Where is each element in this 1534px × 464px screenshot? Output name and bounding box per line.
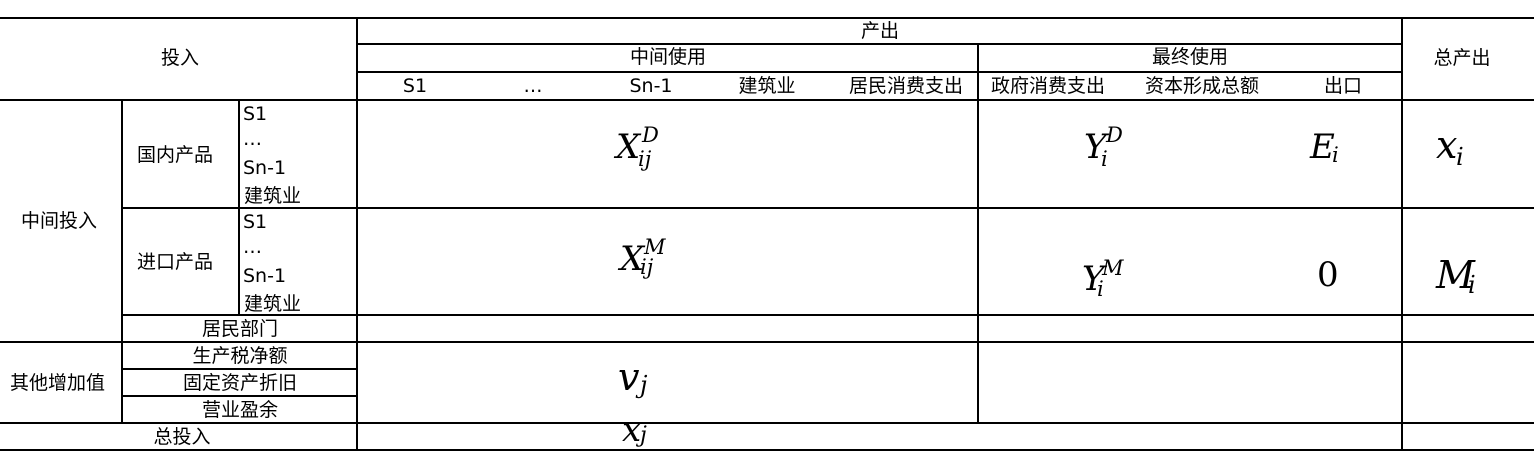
symbol-subscript: i (1101, 147, 1108, 171)
symbol-base: v (618, 355, 640, 399)
header-output: 产出 (860, 20, 900, 42)
row-net-production-tax: 生产税净额 (192, 345, 288, 367)
symbol-subscript: i (1468, 271, 1476, 299)
symbol-y-i-m: Y M i (1082, 257, 1124, 301)
column-exports: 出口 (1323, 75, 1363, 97)
rule-v-final (977, 43, 979, 424)
row-intermediate-input: 中间投入 (21, 210, 98, 232)
symbol-x-ij-m: X M ij (620, 236, 666, 278)
rule-v-sectors (238, 99, 240, 316)
rule-header-bottom (0, 99, 1534, 101)
rule-top (0, 17, 1534, 19)
symbol-subscript: ij (638, 147, 652, 171)
column-ellipsis: … (523, 75, 543, 97)
symbol-base: x (622, 410, 642, 450)
column-s1: S1 (402, 75, 428, 97)
symbol-e-i: E i (1310, 128, 1339, 166)
rule-va2 (121, 395, 356, 397)
domestic-sector-construction: 建筑业 (244, 185, 302, 207)
column-government-consumption: 政府消费支出 (990, 75, 1106, 97)
header-final-use: 最终使用 (1151, 46, 1229, 68)
rule-va1 (121, 368, 356, 370)
domestic-sector-s1: S1 (243, 103, 268, 125)
row-total-input: 总投入 (153, 426, 211, 448)
column-construction: 建筑业 (738, 75, 796, 97)
header-total-output: 总产出 (1433, 47, 1491, 69)
rule-v-group (121, 99, 123, 424)
domestic-sector-sn-1: Sn-1 (243, 157, 287, 179)
imported-sector-construction: 建筑业 (244, 293, 302, 315)
symbol-subscript: i (1332, 143, 1339, 167)
domestic-sector-ellipsis: … (243, 128, 262, 150)
symbol-subscript: ij (640, 255, 654, 279)
symbol-x-j: x j (622, 410, 647, 450)
symbol-subscript: i (1097, 277, 1104, 301)
symbol-subscript: j (640, 423, 647, 448)
rule-v-total (1401, 17, 1403, 451)
header-intermediate-use: 中间使用 (629, 46, 707, 68)
rule-va-bottom (0, 422, 1534, 424)
input-output-table: 投入 产出 中间使用 最终使用 总产出 S1 … Sn-1 建筑业 居民消费支出… (0, 0, 1534, 464)
symbol-subscript: i (1456, 143, 1464, 171)
header-input: 投入 (160, 47, 200, 69)
rule-bottom (0, 449, 1534, 451)
column-sn-1: Sn-1 (629, 75, 673, 97)
symbol-superscript: D (642, 123, 659, 147)
symbol-base: x (1436, 123, 1458, 167)
symbol-base: X (616, 127, 641, 167)
imported-sector-s1: S1 (243, 211, 268, 233)
rule-columns (356, 71, 1402, 73)
symbol-y-i-d: Y D i (1084, 124, 1123, 170)
row-other-value-added: 其他增加值 (10, 372, 106, 394)
symbol-subscript: j (640, 371, 648, 399)
rule-domestic-bottom (121, 207, 1534, 209)
row-imported-products: 进口产品 (137, 251, 214, 273)
symbol-superscript: M (1102, 256, 1124, 280)
imported-sector-sn-1: Sn-1 (243, 265, 287, 287)
symbol-x-ij-d: X D ij (616, 124, 659, 170)
symbol-m-i: M i (1436, 256, 1476, 299)
row-fixed-asset-depreciation: 固定资产折旧 (182, 372, 298, 394)
symbol-x-i: x i (1436, 123, 1464, 169)
imported-sector-ellipsis: … (243, 236, 262, 258)
rule-output-sub (356, 43, 1402, 45)
symbol-v-j: v j (618, 355, 647, 399)
symbol-zero: 0 (1317, 255, 1339, 295)
rule-imported-bottom (121, 314, 1534, 316)
column-household-consumption: 居民消费支出 (848, 75, 964, 97)
row-domestic-products: 国内产品 (137, 144, 214, 166)
row-households: 居民部门 (201, 318, 279, 340)
symbol-superscript: D (1106, 123, 1123, 147)
rule-v-input (356, 17, 358, 451)
column-capital-formation: 资本形成总额 (1144, 75, 1260, 97)
row-operating-surplus: 营业盈余 (201, 399, 279, 421)
rule-households-bottom (0, 341, 1534, 343)
